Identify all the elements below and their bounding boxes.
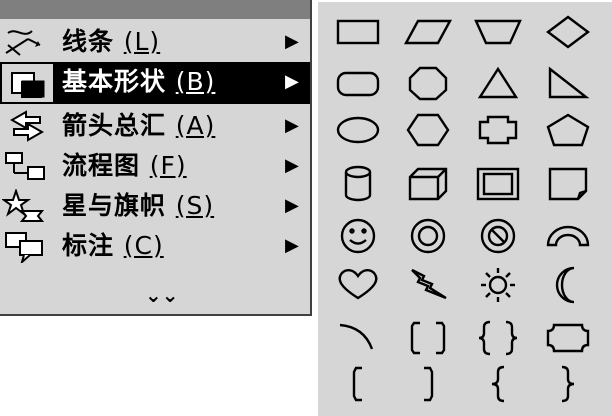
menu-titlebar	[0, 0, 310, 19]
menu-item-block-arrows[interactable]: 箭头总汇 (A) ▶	[0, 106, 310, 146]
basic-shapes-icon-frame	[0, 62, 55, 104]
block-arc-icon[interactable]	[542, 215, 596, 255]
menu-item-label: 标注	[62, 231, 115, 260]
rectangle-icon[interactable]	[332, 11, 386, 51]
rounded-rectangle-icon[interactable]	[332, 63, 386, 103]
oval-icon[interactable]	[332, 109, 386, 149]
double-brace-icon[interactable]	[472, 317, 526, 357]
submenu-arrow-icon: ▶	[285, 71, 299, 92]
right-bracket-icon[interactable]	[402, 364, 456, 404]
basic-shapes-palette	[316, 0, 612, 416]
parallelogram-icon[interactable]	[402, 11, 456, 51]
plaque-icon[interactable]	[542, 317, 596, 357]
diamond-icon[interactable]	[542, 11, 596, 51]
folded-corner-icon[interactable]	[542, 163, 596, 203]
moon-icon[interactable]	[542, 264, 596, 304]
right-brace-icon[interactable]	[542, 364, 596, 404]
bevel-icon[interactable]	[472, 163, 526, 203]
pentagon-icon[interactable]	[542, 109, 596, 149]
donut-icon[interactable]	[402, 215, 456, 255]
submenu-arrow-icon: ▶	[285, 195, 299, 216]
no-symbol-icon[interactable]	[472, 215, 526, 255]
arc-icon[interactable]	[332, 317, 386, 357]
menu-item-shortcut: (L)	[123, 27, 161, 56]
menu-item-label: 星与旗帜	[62, 191, 167, 220]
menu-item-lines[interactable]: 线条 (L) ▶	[0, 22, 310, 62]
callouts-icon	[5, 232, 43, 263]
block-arrows-icon	[9, 110, 45, 142]
basic-shapes-icon	[11, 72, 45, 98]
autoshapes-menu: 线条 (L) ▶ 基本形状 (B) ▶ 箭头总汇 (A) ▶ 流程图 (F) ▶	[0, 0, 312, 316]
submenu-arrow-icon: ▶	[285, 235, 299, 256]
heart-icon[interactable]	[332, 264, 386, 304]
menu-item-stars-banners[interactable]: 星与旗帜 (S) ▶	[0, 186, 310, 226]
submenu-arrow-icon: ▶	[285, 31, 299, 52]
right-triangle-icon[interactable]	[542, 63, 596, 103]
menu-item-shortcut: (F)	[149, 151, 187, 180]
cube-icon[interactable]	[402, 163, 456, 203]
hexagon-icon[interactable]	[402, 109, 456, 149]
menu-item-label: 线条	[62, 27, 115, 56]
menu-item-shortcut: (A)	[175, 111, 216, 140]
octagon-icon[interactable]	[402, 63, 456, 103]
menu-item-callouts[interactable]: 标注 (C) ▶	[0, 226, 310, 266]
can-icon[interactable]	[332, 163, 386, 203]
menu-item-shortcut: (S)	[175, 191, 215, 220]
cross-icon[interactable]	[472, 109, 526, 149]
menu-item-label: 流程图	[62, 151, 141, 180]
expand-menu-chevron-icon[interactable]: ⌄⌄	[145, 282, 179, 308]
menu-item-shortcut: (B)	[175, 67, 216, 96]
lightning-bolt-icon[interactable]	[402, 264, 456, 304]
sun-icon[interactable]	[472, 264, 526, 304]
submenu-arrow-icon: ▶	[285, 115, 299, 136]
menu-item-label: 箭头总汇	[62, 111, 167, 140]
double-bracket-icon[interactable]	[402, 317, 456, 357]
stars-banners-icon	[2, 189, 45, 222]
menu-item-shortcut: (C)	[123, 231, 164, 260]
left-brace-icon[interactable]	[472, 364, 526, 404]
smiley-face-icon[interactable]	[332, 215, 386, 255]
submenu-arrow-icon: ▶	[285, 155, 299, 176]
lines-icon	[5, 30, 41, 56]
flowchart-icon	[5, 152, 45, 180]
isosceles-triangle-icon[interactable]	[472, 63, 526, 103]
menu-item-flowchart[interactable]: 流程图 (F) ▶	[0, 146, 310, 186]
left-bracket-icon[interactable]	[332, 364, 386, 404]
trapezoid-icon[interactable]	[472, 11, 526, 51]
menu-item-basic-shapes[interactable]: 基本形状 (B) ▶	[55, 62, 310, 104]
menu-item-label: 基本形状	[62, 67, 167, 96]
